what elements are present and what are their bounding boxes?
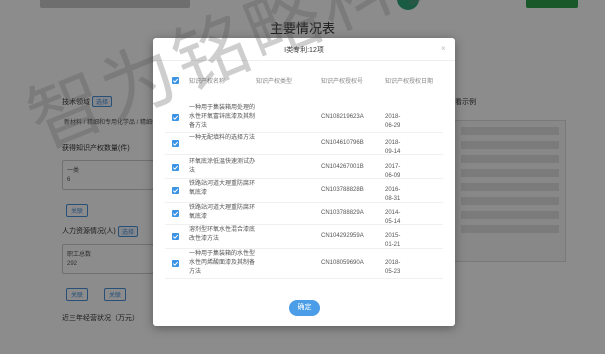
row-divider (165, 178, 443, 179)
patent-modal: I类专利:12项 × 知识产权名称 知识产权类型 知识产权授权号 知识产权授权日… (153, 38, 455, 326)
cell-name: 一种无配填料的选择方法 (189, 135, 256, 141)
row-divider (165, 278, 443, 279)
row-checkbox[interactable] (172, 139, 179, 147)
modal-divider (153, 60, 455, 61)
cell-date: 2018-05-23 (385, 260, 401, 275)
col-header-number: 知识产权授权号 (321, 79, 364, 85)
cell-number: CN108059690A (321, 260, 364, 266)
cell-name: 溶剂型环氧水性混合漆底改性漆方法 (189, 227, 256, 242)
row-checkbox[interactable] (172, 259, 179, 267)
row-checkbox[interactable] (172, 209, 179, 217)
cell-name: 一种用于集装箱的水性型水性丙烯酸面漆及其制备方法 (189, 251, 256, 275)
row-divider (165, 248, 443, 249)
cell-number: CN104610796B (321, 140, 364, 146)
close-icon[interactable]: × (441, 45, 446, 53)
confirm-button[interactable]: 确定 (289, 300, 320, 316)
cell-name: 铁路站河道大理重防腐环氧底漆 (189, 181, 256, 196)
row-divider (165, 224, 443, 225)
cell-number: CN104267001B (321, 164, 364, 170)
cell-number: CN104292959A (321, 233, 364, 239)
row-divider (165, 154, 443, 155)
row-checkbox[interactable] (172, 186, 179, 194)
col-header-type: 知识产权类型 (256, 79, 293, 85)
cell-number: CN103788828B (321, 187, 364, 193)
cell-number: CN103788829A (321, 210, 364, 216)
modal-title: I类专利:12项 (284, 47, 324, 54)
row-checkbox[interactable] (172, 113, 179, 121)
col-header-name: 知识产权名称 (189, 79, 226, 85)
row-checkbox[interactable] (172, 232, 179, 240)
cell-name: 铁路站河道大理重防腐环氧底漆 (189, 205, 256, 220)
select-all-checkbox[interactable] (172, 77, 179, 84)
cell-name: 环氧底涂低温快速测试办法 (189, 159, 256, 174)
row-divider (165, 202, 443, 203)
col-header-date: 知识产权授权日期 (385, 79, 434, 85)
cell-date: 2018-06-29 (385, 114, 401, 129)
cell-name: 一种用于集装箱用处理的水性环氧富锌底漆及其制备方法 (189, 105, 256, 129)
row-checkbox[interactable] (172, 163, 179, 171)
cell-number: CN108219623A (321, 114, 364, 120)
row-divider (165, 132, 443, 133)
table-header: 知识产权名称 知识产权类型 知识产权授权号 知识产权授权日期 (153, 74, 455, 88)
